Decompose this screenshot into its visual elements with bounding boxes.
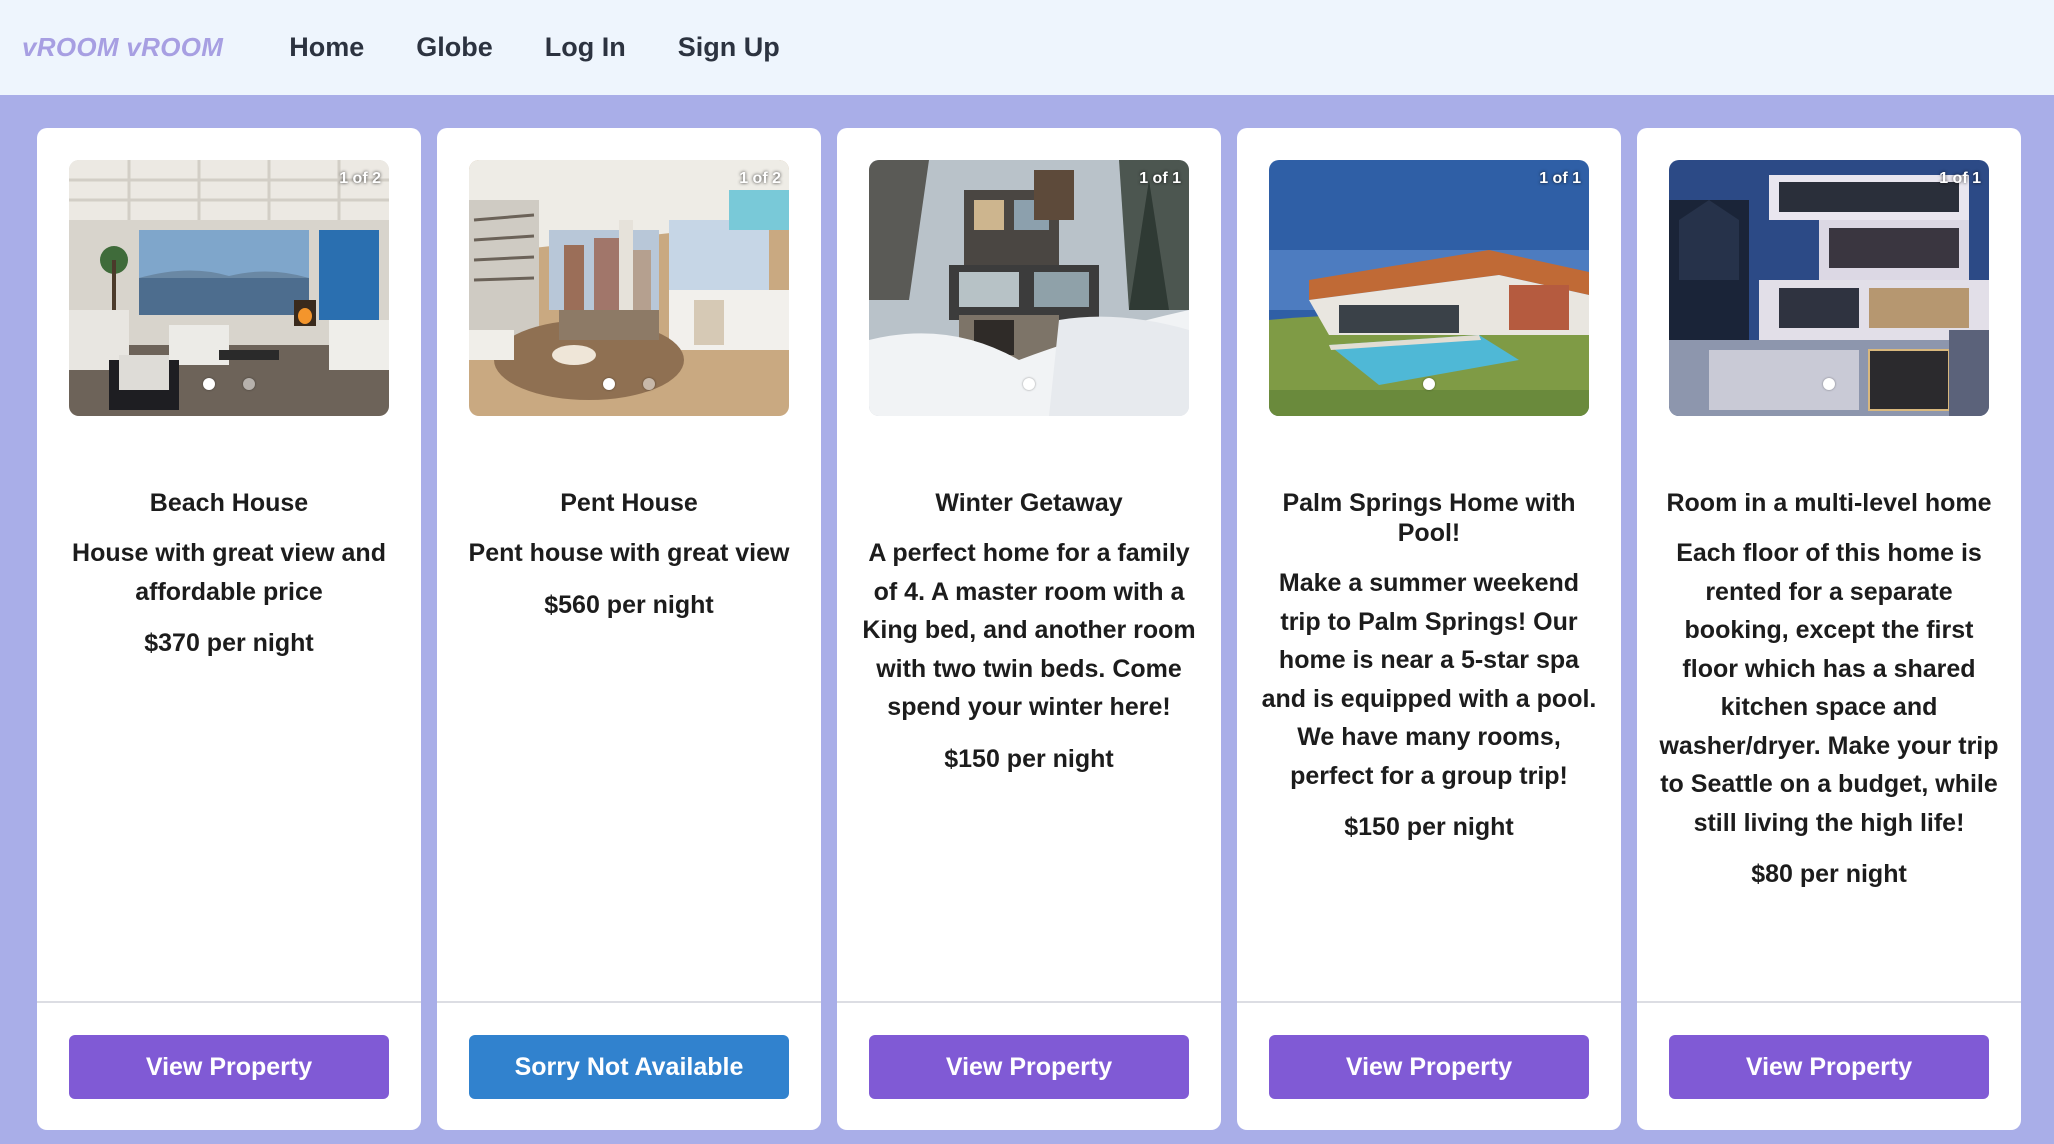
- property-title: Room in a multi-level home: [1666, 489, 1992, 517]
- card-divider: [1237, 1001, 1621, 1003]
- property-card-list: 1 of 2 Beach House House with great view…: [37, 128, 2022, 1130]
- image-counter: 1 of 2: [739, 170, 781, 187]
- image-carousel[interactable]: 1 of 2: [469, 160, 789, 416]
- property-card: 1 of 2 Beach House House with great view…: [37, 128, 421, 1130]
- property-price: $80 per night: [1751, 860, 1907, 888]
- carousel-dot[interactable]: [243, 378, 255, 390]
- image-carousel[interactable]: 1 of 1: [1269, 160, 1589, 416]
- property-description: A perfect home for a family of 4. A mast…: [862, 539, 1196, 721]
- carousel-dot-active[interactable]: [203, 378, 215, 390]
- carousel-dot-active[interactable]: [1823, 378, 1835, 390]
- image-carousel[interactable]: 1 of 2: [69, 160, 389, 416]
- image-counter: 1 of 1: [1939, 170, 1981, 187]
- property-title: Palm Springs Home with Pool!: [1282, 489, 1576, 547]
- property-card: 1 of 1 Palm Springs Home with Pool! Make…: [1237, 128, 1621, 1130]
- view-property-button[interactable]: View Property: [69, 1035, 389, 1099]
- card-divider: [1637, 1001, 2021, 1003]
- carousel-dot-active[interactable]: [1423, 378, 1435, 390]
- image-counter: 1 of 1: [1139, 170, 1181, 187]
- property-card: 1 of 2 Pent House Pent house with great …: [437, 128, 821, 1130]
- view-property-button[interactable]: View Property: [869, 1035, 1189, 1099]
- carousel-dots: [469, 378, 789, 392]
- image-carousel[interactable]: 1 of 1: [1669, 160, 1989, 416]
- property-card: 1 of 1 Room in a multi-level home Each f…: [1637, 128, 2021, 1130]
- property-price: $560 per night: [544, 590, 714, 619]
- image-carousel[interactable]: 1 of 1: [869, 160, 1189, 416]
- property-description: House with great view and affordable pri…: [72, 539, 386, 606]
- carousel-dots: [69, 378, 389, 392]
- image-counter: 1 of 1: [1539, 170, 1581, 187]
- card-body: Beach House House with great view and af…: [59, 488, 399, 659]
- navbar: vROOM vROOM Home Globe Log In Sign Up: [0, 0, 2054, 95]
- property-title: Beach House: [149, 489, 309, 517]
- nav-link-login[interactable]: Log In: [545, 32, 626, 63]
- card-body: Winter Getaway A perfect home for a fami…: [859, 488, 1199, 775]
- card-body: Pent House Pent house with great view $5…: [459, 488, 799, 621]
- carousel-dot-active[interactable]: [1023, 378, 1035, 390]
- card-divider: [437, 1001, 821, 1003]
- view-property-button[interactable]: View Property: [1669, 1035, 1989, 1099]
- view-property-button[interactable]: View Property: [1269, 1035, 1589, 1099]
- card-body: Room in a multi-level home Each floor of…: [1659, 488, 1999, 890]
- image-counter: 1 of 2: [339, 170, 381, 187]
- nav-link-home[interactable]: Home: [289, 32, 364, 63]
- property-description: Make a summer weekend trip to Palm Sprin…: [1261, 569, 1597, 790]
- property-title: Winter Getaway: [935, 489, 1123, 517]
- property-title: Pent House: [560, 489, 698, 517]
- property-price: $150 per night: [944, 744, 1114, 773]
- brand-logo[interactable]: vROOM vROOM: [22, 32, 223, 63]
- carousel-dot-active[interactable]: [603, 378, 615, 390]
- nav-links: Home Globe Log In Sign Up: [263, 32, 806, 63]
- card-body: Palm Springs Home with Pool! Make a summ…: [1259, 488, 1599, 843]
- sorry-not-available-button[interactable]: Sorry Not Available: [469, 1035, 789, 1099]
- card-divider: [37, 1001, 421, 1003]
- property-price: $370 per night: [144, 629, 314, 657]
- carousel-dot[interactable]: [643, 378, 655, 390]
- carousel-dots: [1269, 378, 1589, 392]
- nav-link-globe[interactable]: Globe: [416, 32, 493, 63]
- carousel-dots: [869, 378, 1189, 392]
- property-price: $150 per night: [1344, 813, 1514, 841]
- property-card: 1 of 1 Winter Getaway A perfect home for…: [837, 128, 1221, 1130]
- property-description: Pent house with great view: [468, 539, 790, 567]
- card-divider: [837, 1001, 1221, 1003]
- carousel-dots: [1669, 378, 1989, 392]
- property-description: Each floor of this home is rented for a …: [1659, 539, 1999, 837]
- nav-link-signup[interactable]: Sign Up: [678, 32, 780, 63]
